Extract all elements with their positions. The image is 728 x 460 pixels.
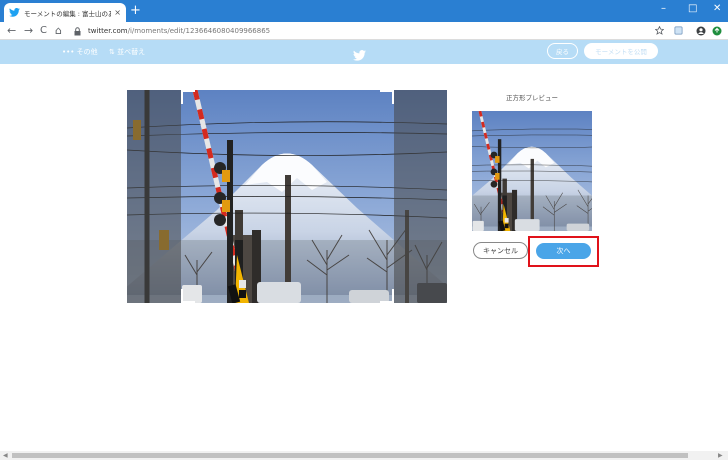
cancel-button[interactable]: キャンセル bbox=[473, 242, 528, 259]
back-button[interactable]: ← bbox=[7, 23, 16, 39]
maximize-button[interactable]: □ bbox=[688, 2, 697, 16]
new-tab-button[interactable]: + bbox=[130, 4, 141, 18]
twitter-bird-icon[interactable] bbox=[353, 46, 366, 61]
crop-handle-bottom-left[interactable] bbox=[181, 289, 195, 303]
minimize-button[interactable]: – bbox=[661, 2, 666, 16]
home-button[interactable]: ⌂ bbox=[55, 23, 62, 39]
crop-shade-left bbox=[127, 90, 181, 303]
forward-button[interactable]: → bbox=[24, 23, 33, 39]
url-path: /i/moments/edit/1236646080409966865 bbox=[127, 27, 271, 35]
bookmark-star-icon[interactable] bbox=[654, 25, 665, 36]
browser-titlebar: モーメントの編集 : 富士山のある風景 × + – □ ✕ bbox=[0, 0, 728, 22]
scroll-right-arrow-icon[interactable]: ▶ bbox=[718, 451, 723, 460]
scrollbar-thumb[interactable] bbox=[12, 453, 688, 458]
crop-handle-bottom-right[interactable] bbox=[380, 289, 394, 303]
twitter-favicon-icon bbox=[9, 7, 20, 18]
lock-icon bbox=[74, 26, 83, 36]
crop-handle-top-left[interactable] bbox=[181, 90, 195, 104]
crop-shade-right bbox=[394, 90, 447, 303]
more-menu[interactable]: ••• その他 bbox=[62, 47, 98, 57]
tab-title: モーメントの編集 : 富士山のある風景 bbox=[24, 9, 111, 18]
browser-tab-active[interactable]: モーメントの編集 : 富士山のある風景 × bbox=[4, 3, 126, 22]
sort-button[interactable]: ⇅ 並べ替え bbox=[109, 47, 145, 57]
back-button-moment[interactable]: 戻る bbox=[547, 43, 578, 59]
profile-avatar-icon[interactable] bbox=[695, 25, 706, 36]
horizontal-scrollbar[interactable]: ◀ ▶ bbox=[0, 451, 728, 460]
extension-icon[interactable] bbox=[673, 25, 684, 36]
publish-moment-button[interactable]: モーメントを公開 bbox=[584, 43, 658, 59]
crop-handle-top-right[interactable] bbox=[380, 90, 394, 104]
browser-toolbar: ← → C ⌂ twitter.com /i/moments/edit/1236… bbox=[0, 22, 728, 40]
tab-close-icon[interactable]: × bbox=[114, 8, 121, 17]
square-preview-label: 正方形プレビュー bbox=[506, 94, 558, 102]
square-preview-image bbox=[472, 111, 592, 231]
next-button-highlight bbox=[528, 236, 599, 267]
reload-button[interactable]: C bbox=[40, 23, 47, 39]
crop-image-area[interactable] bbox=[127, 90, 447, 303]
scroll-left-arrow-icon[interactable]: ◀ bbox=[3, 451, 8, 460]
close-window-button[interactable]: ✕ bbox=[713, 2, 721, 16]
moment-header: ••• その他 ⇅ 並べ替え 戻る モーメントを公開 bbox=[0, 40, 728, 64]
url-host: twitter.com bbox=[88, 27, 128, 35]
address-bar[interactable]: twitter.com /i/moments/edit/123664608040… bbox=[74, 24, 670, 38]
update-menu-icon[interactable] bbox=[711, 25, 722, 36]
